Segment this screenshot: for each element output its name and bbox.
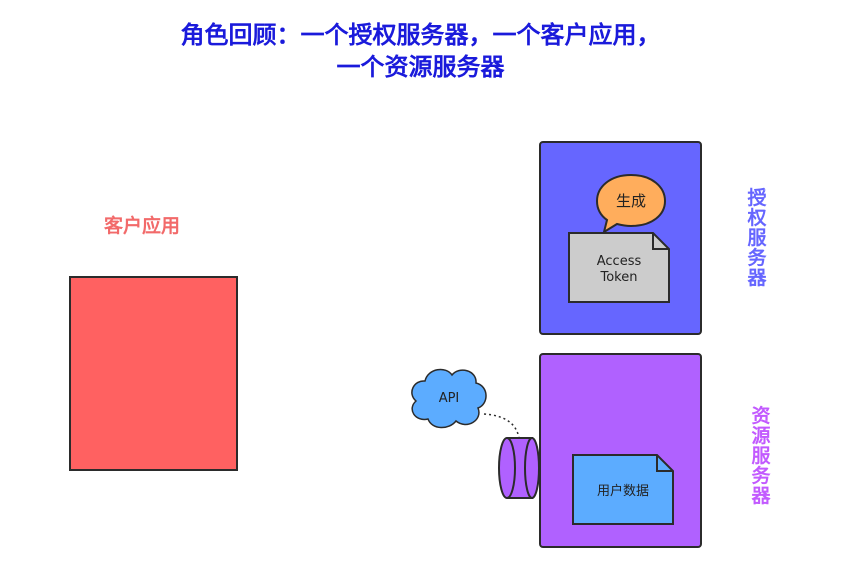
api-cloud-text: API [439,391,460,406]
api-cloud: API [411,368,487,429]
speech-bubble-text: 生成 [616,192,646,210]
speech-bubble: 生成 [595,173,667,235]
access-token-line-1: Access [597,254,642,269]
user-data-document: 用户数据 [572,454,674,525]
access-token-document: Access Token [568,232,670,303]
diagram-shapes: 生成 Access Token API 用户数据 [411,173,674,525]
access-token-line-2: Token [600,270,638,285]
api-port-cylinder [498,437,540,499]
api-connector [483,413,520,439]
user-data-text: 用户数据 [597,483,649,499]
